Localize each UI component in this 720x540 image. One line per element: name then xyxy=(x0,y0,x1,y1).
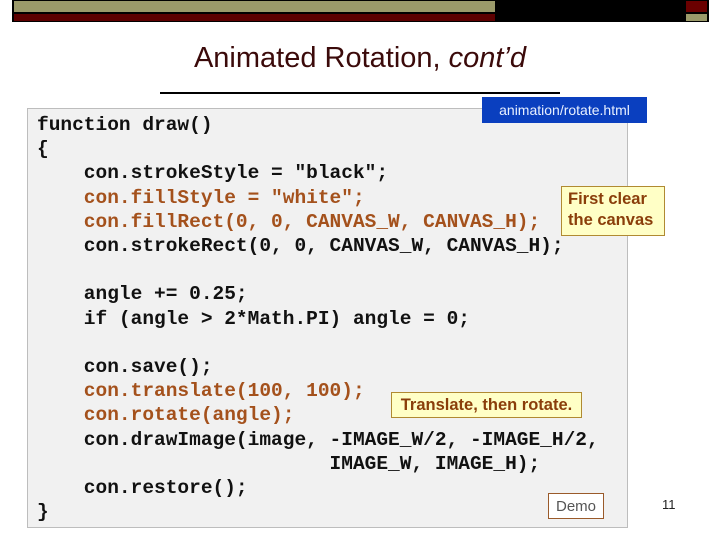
title-underline xyxy=(160,92,560,94)
code-line: function draw() xyxy=(37,114,213,136)
demo-button[interactable]: Demo xyxy=(548,493,604,519)
code-line: con.translate(100, 100); xyxy=(37,380,365,403)
transform-note: Translate, then rotate. xyxy=(391,392,582,418)
code-line: con.save(); xyxy=(37,356,213,379)
header-maroon-square xyxy=(686,1,707,12)
code-line: angle += 0.25; xyxy=(37,283,248,306)
code-line: con.drawImage(image, -IMAGE_W/2, -IMAGE_… xyxy=(37,428,599,451)
clear-canvas-note: First clear the canvas xyxy=(561,186,665,236)
code-line: if (angle > 2*Math.PI) angle = 0; xyxy=(37,307,470,330)
clear-note-line1: First clear xyxy=(568,190,647,208)
file-tag: animation/rotate.html xyxy=(482,97,647,123)
code-line: } xyxy=(37,501,49,524)
code-line: con.fillStyle = "white"; xyxy=(37,186,365,209)
page-number: 11 xyxy=(662,497,676,512)
code-line: con.restore(); xyxy=(37,477,248,500)
code-line: { xyxy=(37,138,49,161)
slide-title-main: Animated Rotation, xyxy=(193,42,449,74)
header-olive-square xyxy=(686,14,707,21)
header-olive-stripe xyxy=(14,1,495,12)
code-line: con.strokeStyle = "black"; xyxy=(37,162,389,185)
code-line: IMAGE_W, IMAGE_H); xyxy=(37,452,541,475)
code-line: con.fillRect(0, 0, CANVAS_W, CANVAS_H); xyxy=(37,210,541,233)
code-line: con.rotate(angle); xyxy=(37,404,295,427)
code-listing: function draw() { con.strokeStyle = "bla… xyxy=(37,113,599,524)
slide-title: Animated Rotation, cont’d xyxy=(0,42,720,75)
code-line: con.strokeRect(0, 0, CANVAS_W, CANVAS_H)… xyxy=(37,235,564,258)
clear-note-line2: the canvas xyxy=(568,211,654,229)
header-maroon-stripe xyxy=(14,14,495,21)
slide-title-italic: cont’d xyxy=(448,42,527,74)
